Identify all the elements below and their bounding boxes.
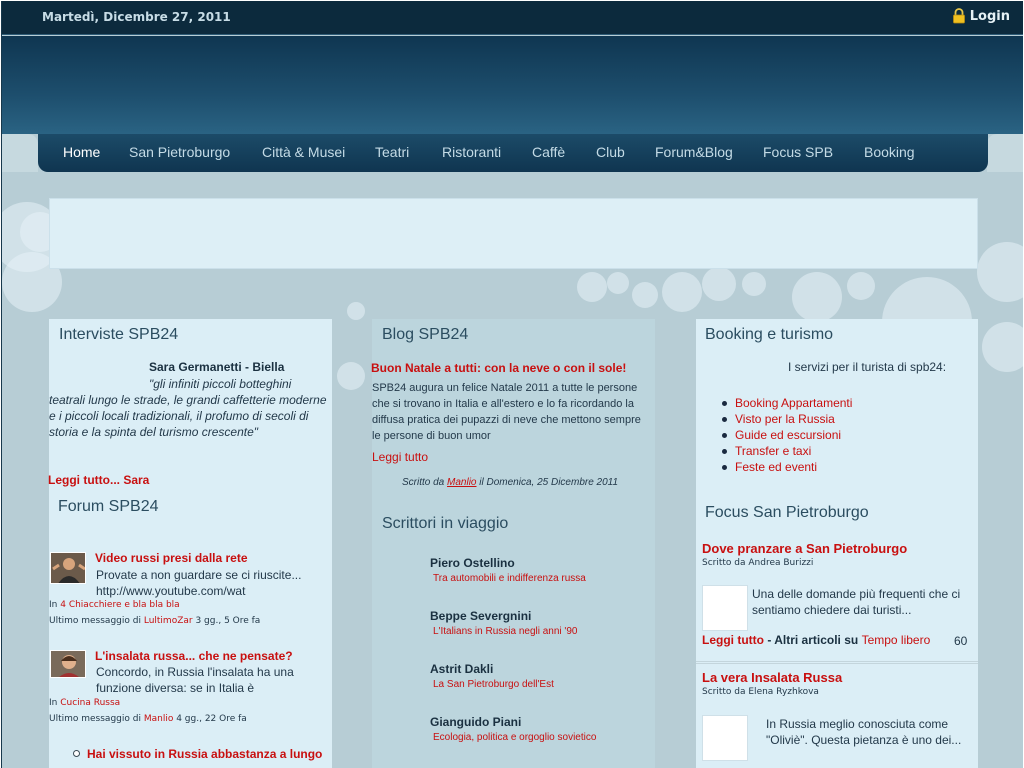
- interviste-title: Interviste SPB24: [59, 326, 179, 343]
- page-frame: Martedì, Dicembre 27, 2011 Login Home Sa…: [1, 1, 1023, 768]
- nav-corner-left: [2, 134, 38, 172]
- booking-item-appartamenti[interactable]: Booking Appartamenti: [721, 395, 852, 411]
- writer-article-link[interactable]: La San Pietroburgo dell'Est: [433, 679, 554, 690]
- header-banner: [2, 36, 1023, 134]
- scrittori-title: Scrittori in viaggio: [382, 515, 509, 532]
- blog-read-more[interactable]: Leggi tutto: [372, 450, 428, 464]
- forum-post-excerpt: Provate a non guardare se ci riuscite...…: [96, 568, 302, 598]
- writer-article-link[interactable]: L'Italians in Russia negli anni '90: [433, 626, 577, 637]
- forum-post-category-line: In 4 Chiacchiere e bla bla bla: [49, 600, 180, 610]
- forum-category-link[interactable]: Cucina Russa: [60, 698, 120, 708]
- nav-forum-blog[interactable]: Forum&Blog: [655, 144, 733, 160]
- blog-by-date: il Domenica, 25 Dicembre 2011: [479, 477, 619, 488]
- nav-ristoranti[interactable]: Ristoranti: [442, 144, 501, 160]
- focus-article-byline: Scritto da Elena Ryzhkova: [702, 687, 819, 697]
- forum-post-title[interactable]: L'insalata russa... che ne pensate?: [95, 649, 293, 663]
- nav-citta-musei[interactable]: Città & Musei: [262, 144, 345, 160]
- forum-post-last-line: Ultimo messaggio di Manlio 4 gg., 22 Ore…: [49, 714, 247, 724]
- interview-read-more[interactable]: Leggi tutto... Sara: [48, 473, 149, 487]
- avatar: [50, 552, 86, 584]
- main-nav: Home San Pietroburgo Città & Musei Teatr…: [38, 134, 988, 172]
- nav-corner-right: [987, 134, 1023, 172]
- focus-article-count: 60: [954, 634, 968, 648]
- nav-booking[interactable]: Booking: [864, 144, 915, 160]
- writer-name[interactable]: Gianguido Piani: [430, 715, 521, 729]
- forum-ago: 4 gg., 22 Ore fa: [176, 714, 247, 724]
- forum-category-link[interactable]: 4 Chiacchiere e bla bla bla: [60, 600, 179, 610]
- blog-excerpt: SPB24 augura un felice Natale 2011 a tut…: [372, 382, 641, 442]
- forum-post-title[interactable]: Hai vissuto in Russia abbastanza a lungo: [87, 747, 322, 761]
- writer-name[interactable]: Beppe Severgnini: [430, 609, 531, 623]
- forum-author-link[interactable]: Manlio: [144, 714, 174, 724]
- interview-name: Sara Germanetti - Biella: [149, 360, 285, 374]
- forum-author-link[interactable]: LultimoZar: [144, 616, 193, 626]
- forum-last-label: Ultimo messaggio di: [49, 616, 141, 626]
- booking-list: Booking Appartamenti Visto per la Russia…: [721, 395, 852, 475]
- top-bar: Martedì, Dicembre 27, 2011 Login: [2, 1, 1023, 35]
- current-date: Martedì, Dicembre 27, 2011: [42, 10, 231, 24]
- blog-title: Blog SPB24: [382, 326, 469, 343]
- booking-title: Booking e turismo: [705, 326, 834, 343]
- writer-name[interactable]: Astrit Dakli: [430, 662, 493, 676]
- forum-bullet-icon: [73, 750, 80, 757]
- booking-item-visto[interactable]: Visto per la Russia: [721, 411, 852, 427]
- forum-in-label: In: [49, 600, 58, 610]
- focus-article-thumbnail[interactable]: [702, 715, 748, 761]
- center-column: Blog SPB24 Buon Natale a tutti: con la n…: [371, 319, 655, 768]
- forum-post-excerpt: Concordo, in Russia l'insalata ha una fu…: [96, 665, 294, 695]
- blog-author-link[interactable]: Manlio: [447, 477, 476, 488]
- forum-post-category-line: In Cucina Russa: [49, 698, 120, 708]
- login-link[interactable]: Login: [952, 8, 1010, 24]
- booking-intro: I servizi per il turista di spb24:: [788, 360, 947, 374]
- focus-article-excerpt: In Russia meglio conosciuta come "Oliviè…: [766, 717, 962, 747]
- nav-san-pietroburgo[interactable]: San Pietroburgo: [129, 144, 230, 160]
- avatar: [50, 650, 86, 678]
- focus-title: Focus San Pietroburgo: [705, 504, 869, 521]
- focus-article-excerpt: Una delle domande più frequenti che ci s…: [752, 587, 961, 617]
- blog-by-prefix: Scritto da: [402, 477, 445, 488]
- forum-last-label: Ultimo messaggio di: [49, 714, 141, 724]
- forum-post-last-line: Ultimo messaggio di LultimoZar 3 gg., 5 …: [49, 616, 260, 626]
- forum-in-label: In: [49, 698, 58, 708]
- focus-read-more[interactable]: Leggi tutto: [702, 633, 764, 647]
- writer-article-link[interactable]: Tra automobili e indifferenza russa: [433, 573, 586, 584]
- interview-quote: "gli infiniti piccoli botteghini teatral…: [49, 377, 327, 439]
- blog-headline[interactable]: Buon Natale a tutti: con la neve o con i…: [371, 361, 626, 375]
- booking-item-guide[interactable]: Guide ed escursioni: [721, 427, 852, 443]
- forum-title: Forum SPB24: [58, 498, 159, 515]
- focus-article-title[interactable]: La vera Insalata Russa: [702, 670, 842, 685]
- focus-article-title[interactable]: Dove pranzare a San Pietroburgo: [702, 541, 907, 556]
- booking-item-feste[interactable]: Feste ed eventi: [721, 459, 852, 475]
- login-label: Login: [969, 8, 1010, 24]
- forum-post-title[interactable]: Video russi presi dalla rete: [95, 551, 248, 565]
- focus-article-byline: Scritto da Andrea Burizzi: [702, 558, 814, 568]
- lock-icon: [952, 8, 966, 24]
- focus-category-link[interactable]: Tempo libero: [862, 633, 931, 647]
- banner-ad-area: [49, 198, 978, 269]
- right-column: Booking e turismo I servizi per il turis…: [696, 319, 978, 768]
- nav-teatri[interactable]: Teatri: [375, 144, 409, 160]
- nav-home[interactable]: Home: [63, 144, 100, 160]
- nav-focus-spb[interactable]: Focus SPB: [763, 144, 833, 160]
- focus-divider: [696, 661, 978, 664]
- focus-article-thumbnail[interactable]: [702, 585, 748, 631]
- nav-caffe[interactable]: Caffè: [532, 144, 565, 160]
- writer-name[interactable]: Piero Ostellino: [430, 556, 515, 570]
- forum-ago: 3 gg., 5 Ore fa: [195, 616, 261, 626]
- blog-byline: Scritto da Manlio il Domenica, 25 Dicemb…: [402, 477, 618, 488]
- nav-club[interactable]: Club: [596, 144, 625, 160]
- booking-item-transfer[interactable]: Transfer e taxi: [721, 443, 852, 459]
- focus-more-sep: - Altri articoli su: [763, 633, 862, 647]
- left-column: Interviste SPB24 Sara Germanetti - Biell…: [48, 319, 332, 768]
- writer-article-link[interactable]: Ecologia, politica e orgoglio sovietico: [433, 732, 596, 743]
- focus-article-links: Leggi tutto - Altri articoli su Tempo li…: [702, 633, 930, 647]
